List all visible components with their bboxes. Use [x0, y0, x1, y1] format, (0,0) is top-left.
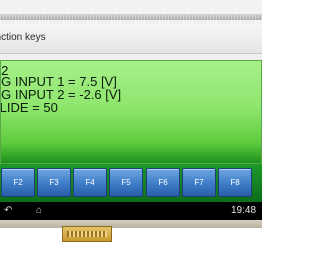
system-nav-bar: ↶ ⌂ 19:48 [0, 202, 262, 220]
function-key-f2[interactable]: F2 [1, 168, 35, 197]
function-key-f6[interactable]: F6 [146, 168, 180, 197]
action-bar: unction keys [0, 24, 262, 54]
device-screen: unction keys J 2 OG INPUT 1 = 7.5 [V] OG… [0, 0, 262, 262]
bezel-grip [0, 14, 262, 20]
home-icon[interactable]: ⌂ [36, 202, 42, 220]
function-key-f3[interactable]: F3 [37, 168, 71, 197]
status-clock: 19:48 [231, 205, 257, 216]
function-key-f4[interactable]: F4 [73, 168, 107, 197]
display-line-slide: SLIDE = 50 [0, 100, 58, 115]
back-icon[interactable]: ↶ [4, 202, 12, 220]
flex-ribbon [0, 220, 262, 228]
function-key-f5[interactable]: F5 [109, 168, 143, 197]
lcd-display: J 2 OG INPUT 1 = 7.5 [V] OG INPUT 2 = -2… [0, 60, 262, 164]
function-key-f8[interactable]: F8 [218, 168, 252, 197]
function-key-f7[interactable]: F7 [182, 168, 216, 197]
ribbon-connector [62, 226, 112, 242]
device-bezel-top [0, 0, 262, 24]
action-bar-title: unction keys [0, 32, 46, 43]
